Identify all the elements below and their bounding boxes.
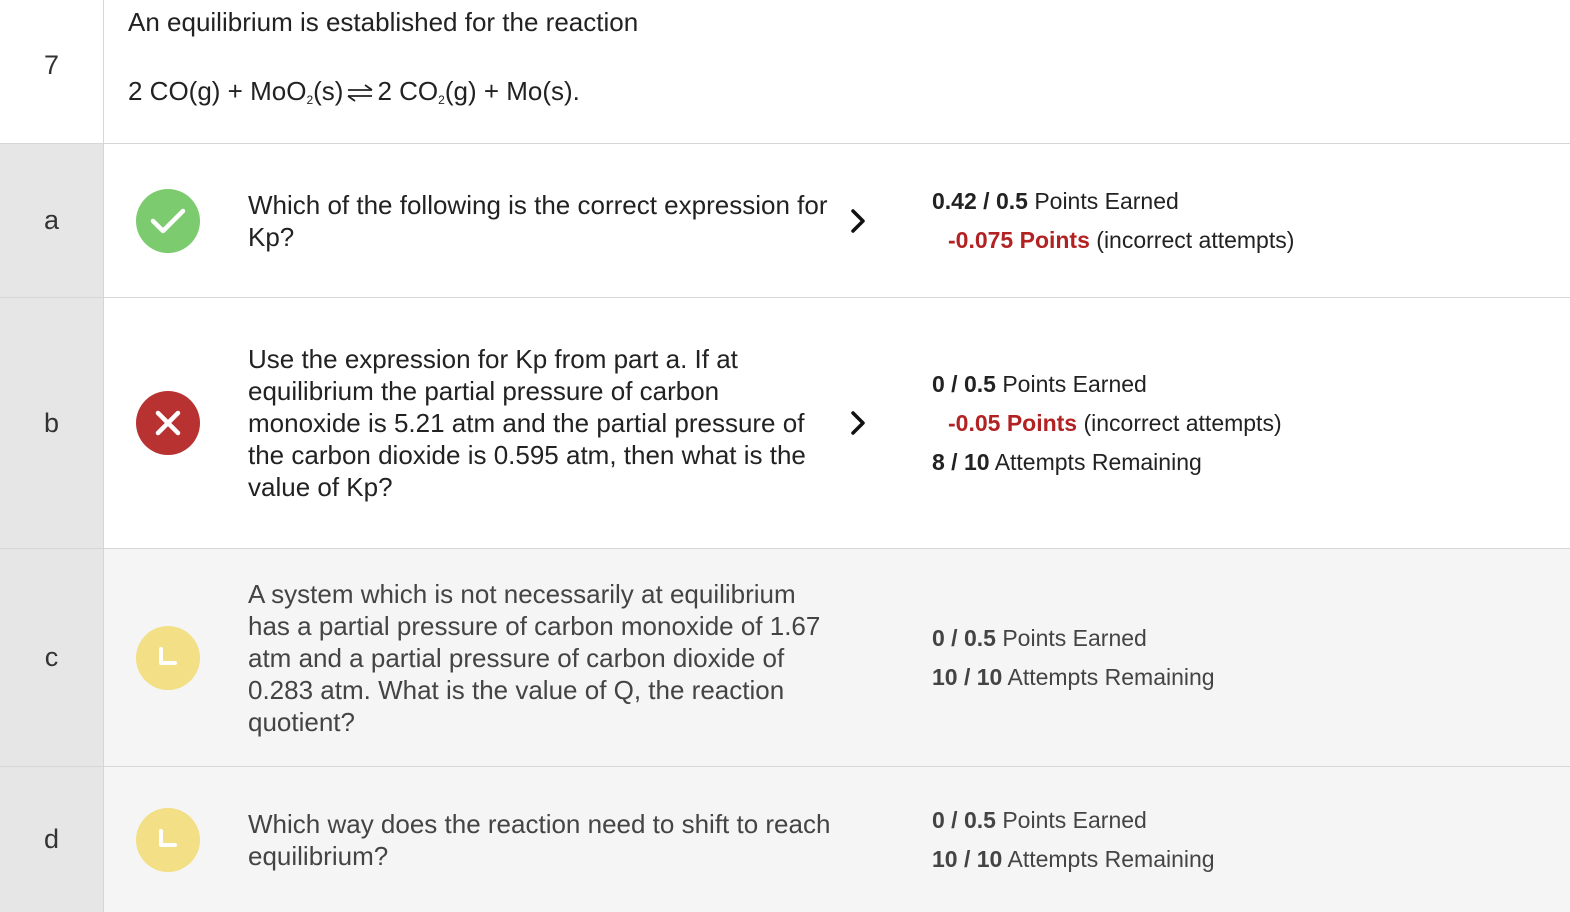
- points-earned: 0 / 0.5 Points Earned: [932, 624, 1147, 651]
- part-row-b[interactable]: b Use the expression for Kp from part a.…: [0, 298, 1570, 549]
- problem-number: 7: [0, 0, 104, 143]
- check-circle-icon: [136, 188, 200, 253]
- equilibrium-arrows-icon: [347, 84, 373, 102]
- points-earned: 0.42 / 0.5 Points Earned: [932, 187, 1179, 214]
- chevron-right-icon[interactable]: [850, 208, 866, 234]
- chevron-right-icon[interactable]: [850, 410, 866, 436]
- part-row-c[interactable]: c A system which is not necessarily at e…: [0, 549, 1570, 767]
- part-label: d: [0, 767, 104, 912]
- part-question: Which way does the reaction need to shif…: [248, 808, 831, 871]
- part-row-a[interactable]: a Which of the following is the correct …: [0, 144, 1570, 298]
- part-question: Use the expression for Kp from part a. I…: [248, 344, 806, 502]
- problem-table: 7 An equilibrium is established for the …: [0, 0, 1570, 912]
- part-score: 0 / 0.5 Points Earned 10 / 10 Attempts R…: [932, 549, 1570, 766]
- penalty-points: -0.075 Points (incorrect attempts): [948, 226, 1295, 253]
- part-score: 0 / 0.5 Points Earned 10 / 10 Attempts R…: [932, 767, 1570, 912]
- equation-subscript-co2: 2: [438, 93, 445, 107]
- equation-products: 2 CO: [377, 76, 439, 106]
- x-circle-icon: [136, 391, 200, 455]
- part-question: A system which is not necessarily at equ…: [248, 578, 821, 737]
- part-score: 0 / 0.5 Points Earned -0.05 Points (inco…: [932, 298, 1570, 548]
- part-label: a: [0, 144, 104, 297]
- penalty-points: -0.05 Points (incorrect attempts): [948, 409, 1282, 436]
- equation-reactant-state: (s): [313, 76, 344, 106]
- problem-stem: An equilibrium is established for the re…: [104, 0, 638, 143]
- part-label: c: [0, 549, 104, 766]
- part-row-d[interactable]: d Which way does the reaction need to sh…: [0, 767, 1570, 912]
- part-question: Which of the following is the correct ex…: [248, 189, 828, 252]
- equation-subscript-moo2: 2: [306, 93, 314, 107]
- equation-product-rest: (g) + Mo(s).: [444, 76, 580, 106]
- part-label: b: [0, 298, 104, 548]
- equation-reactants: 2 CO(g) + MoO: [128, 76, 307, 106]
- attempts-remaining: 8 / 10 Attempts Remaining: [932, 448, 1202, 475]
- part-score: 0.42 / 0.5 Points Earned -0.075 Points (…: [932, 144, 1570, 297]
- clock-circle-icon: [136, 625, 200, 690]
- reaction-equation: 2 CO(g) + MoO2(s) 2 CO2(g) + Mo(s).: [128, 76, 638, 107]
- problem-header-row: 7 An equilibrium is established for the …: [0, 0, 1570, 144]
- clock-circle-icon: [136, 807, 200, 872]
- points-earned: 0 / 0.5 Points Earned: [932, 806, 1147, 833]
- points-earned: 0 / 0.5 Points Earned: [932, 370, 1147, 397]
- problem-intro: An equilibrium is established for the re…: [128, 7, 639, 37]
- attempts-remaining: 10 / 10 Attempts Remaining: [932, 663, 1215, 690]
- attempts-remaining: 10 / 10 Attempts Remaining: [932, 845, 1215, 872]
